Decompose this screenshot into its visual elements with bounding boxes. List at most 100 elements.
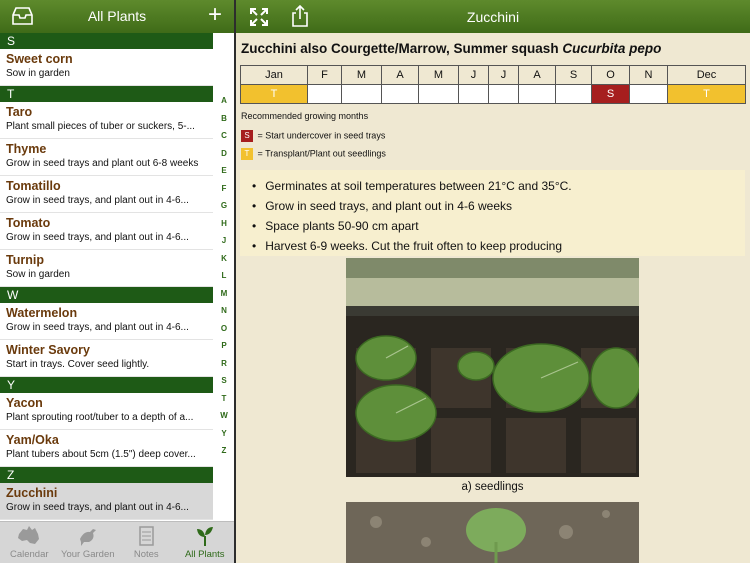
index-letter[interactable]: W — [214, 407, 234, 425]
section-header-z: Z — [0, 467, 213, 483]
growing-note: Grow in seed trays, and plant out in 4-6… — [252, 196, 745, 216]
section-header-y: Y — [0, 377, 213, 393]
plant-summary: Plant tubers about 5cm (1.5") deep cover… — [6, 449, 196, 460]
recommended-months-label: Recommended growing months — [241, 111, 369, 121]
plant-summary: Grow in seed trays, and plant out in 4-6… — [6, 195, 189, 206]
plant-list-item[interactable]: Yacon Plant sprouting root/tuber to a dep… — [0, 393, 213, 430]
tab-label: Your Garden — [60, 549, 115, 560]
tab-label: Calendar — [9, 549, 49, 560]
index-letter[interactable]: E — [214, 162, 234, 180]
growing-note: Space plants 50-90 cm apart — [252, 216, 745, 236]
month-header: M — [418, 65, 459, 85]
plant-name: Watermelon — [6, 306, 78, 320]
seedling-icon — [196, 527, 213, 546]
plant-detail: Zucchini also Courgette/Marrow, Summer s… — [236, 33, 750, 563]
growing-notes: Germinates at soil temperatures between … — [240, 170, 745, 256]
notes-icon — [139, 526, 154, 546]
plant-summary: Sow in garden — [6, 269, 70, 280]
tab-label: All Plants — [184, 549, 225, 560]
section-header-s: S — [0, 33, 213, 49]
index-letter[interactable]: S — [214, 372, 234, 390]
month-cell — [488, 84, 519, 104]
section-header-t: T — [0, 86, 213, 102]
plant-list-item[interactable]: Winter Savory Start in trays. Cover seed … — [0, 340, 213, 377]
month-cell — [307, 84, 342, 104]
month-start-marker: S — [591, 84, 630, 104]
tab-all-plants[interactable]: All Plants — [176, 522, 235, 563]
plant-photo-2[interactable] — [346, 502, 639, 563]
plant-list-item[interactable]: Zucchini Grow in seed trays, and plant ou… — [0, 483, 213, 520]
month-header: M — [341, 65, 382, 85]
month-cell — [341, 84, 382, 104]
month-header: Jan — [240, 65, 308, 85]
month-cell — [458, 84, 489, 104]
tab-bar: Calendar Your Garden Notes All Plants — [0, 521, 234, 563]
plant-list-item[interactable]: Sweet corn Sow in garden — [0, 49, 213, 86]
plant-list-item[interactable]: Watermelon Grow in seed trays, and plant … — [0, 303, 213, 340]
plant-name: Thyme — [6, 142, 47, 156]
plant-common-names: Zucchini also Courgette/Marrow, Summer s… — [241, 41, 559, 56]
plant-list-item[interactable]: Tomato Grow in seed trays, and plant out … — [0, 213, 213, 250]
left-navigation-bar: All Plants + — [0, 0, 234, 33]
plant-name: Winter Savory — [6, 343, 90, 357]
index-letter[interactable]: Z — [214, 442, 234, 460]
plant-summary: Plant sprouting root/tuber to a depth of… — [6, 412, 194, 423]
month-header: N — [629, 65, 668, 85]
legend-start: S = Start undercover in seed trays — [241, 130, 385, 142]
plant-name: Sweet corn — [6, 52, 73, 66]
month-header: Dec — [667, 65, 746, 85]
plant-name: Taro — [6, 105, 33, 119]
month-header: S — [555, 65, 592, 85]
index-letter[interactable]: B — [214, 110, 234, 128]
bird-icon — [79, 529, 96, 546]
plant-name: Tomatillo — [6, 179, 61, 193]
index-letter[interactable]: N — [214, 302, 234, 320]
legend-start-key: S — [241, 130, 253, 142]
growing-note: Harvest 6-9 weeks. Cut the fruit often t… — [252, 236, 745, 256]
photo-caption: a) seedlings — [461, 481, 524, 493]
plant-list-pane: All Plants + S Sweet corn Sow in garden T Ta… — [0, 0, 234, 563]
legend-transplant-key: T — [241, 148, 253, 160]
month-transplant-marker: T — [667, 84, 746, 104]
index-letter[interactable]: P — [214, 337, 234, 355]
plant-name: Yacon — [6, 396, 43, 410]
month-header: A — [381, 65, 419, 85]
plant-list-item[interactable]: Thyme Grow in seed trays and plant out 6-… — [0, 139, 213, 176]
month-cell — [555, 84, 592, 104]
left-nav-title: All Plants — [87, 8, 147, 24]
tab-calendar[interactable]: Calendar — [0, 522, 59, 563]
index-letter[interactable]: M — [214, 285, 234, 303]
plant-name: Tomato — [6, 216, 51, 230]
plant-detail-title: Zucchini — [466, 9, 520, 25]
growing-calendar: Jan F M A M J J A S O N Dec TST — [240, 65, 746, 104]
plant-summary: Sow in garden — [6, 68, 70, 79]
index-letter[interactable]: L — [214, 267, 234, 285]
tab-your-garden[interactable]: Your Garden — [59, 522, 118, 563]
right-navigation-bar: Zucchini — [236, 0, 750, 33]
month-header: A — [518, 65, 556, 85]
plant-summary: Grow in seed trays, and plant out in 4-6… — [6, 322, 189, 333]
index-letter[interactable]: C — [214, 127, 234, 145]
alphabet-index[interactable]: ABCDEFGHJKLMNOPRSTWYZ — [214, 92, 234, 460]
plant-list-item[interactable]: Turnip Sow in garden — [0, 250, 213, 287]
index-letter[interactable]: Y — [214, 425, 234, 443]
plant-summary: Grow in seed trays, and plant out in 4-6… — [6, 232, 189, 243]
plant-list-item[interactable]: Taro Plant small pieces of tuber or sucke… — [0, 102, 213, 139]
index-letter[interactable]: D — [214, 145, 234, 163]
index-letter[interactable]: F — [214, 180, 234, 198]
seedlings-photo[interactable] — [346, 258, 639, 477]
plant-list-item[interactable]: Yam/Oka Plant tubers about 5cm (1.5") dee… — [0, 430, 213, 467]
index-letter[interactable]: K — [214, 250, 234, 268]
index-letter[interactable]: O — [214, 320, 234, 338]
month-header: J — [488, 65, 519, 85]
index-letter[interactable]: A — [214, 92, 234, 110]
plant-list-item[interactable]: Tomatillo Grow in seed trays, and plant o… — [0, 176, 213, 213]
add-plant-button[interactable]: + — [208, 2, 222, 28]
index-letter[interactable]: H — [214, 215, 234, 233]
tab-notes[interactable]: Notes — [117, 522, 176, 563]
index-letter[interactable]: J — [214, 232, 234, 250]
index-letter[interactable]: R — [214, 355, 234, 373]
index-letter[interactable]: G — [214, 197, 234, 215]
index-letter[interactable]: T — [214, 390, 234, 408]
plant-name: Yam/Oka — [6, 433, 59, 447]
